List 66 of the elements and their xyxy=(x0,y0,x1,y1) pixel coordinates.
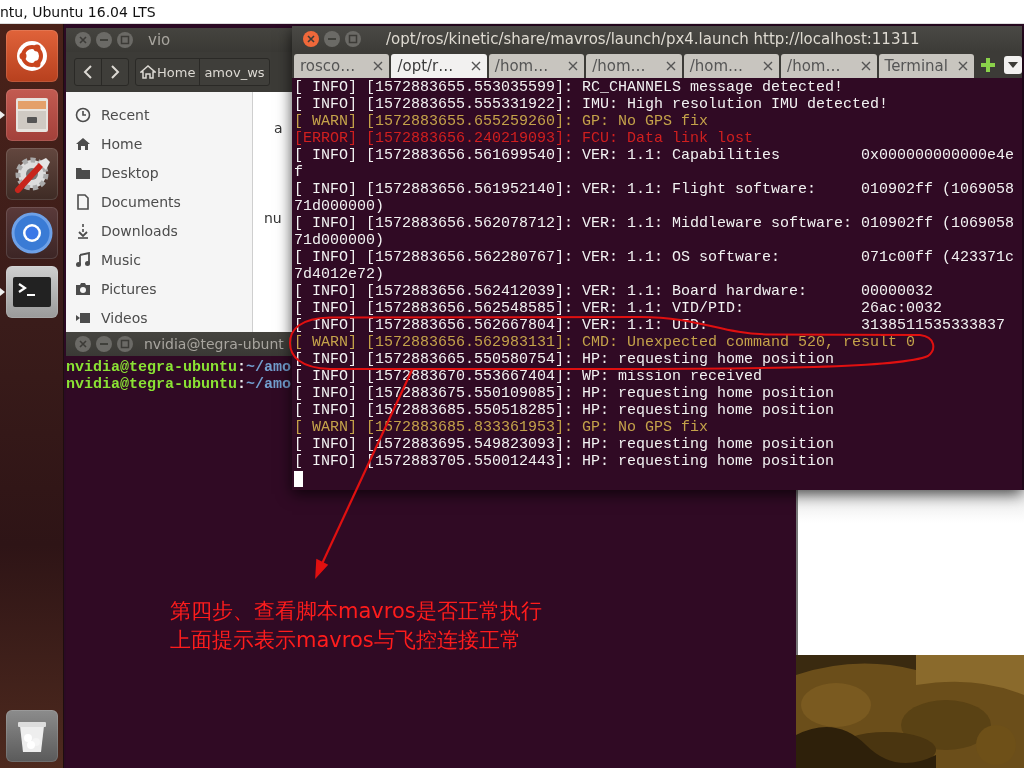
home-icon xyxy=(75,135,91,152)
tab[interactable]: /hom… xyxy=(683,54,780,78)
log-line: [ERROR] [1572883656.240219093]: FCU: Data link lost xyxy=(294,130,755,147)
log-line: [ INFO] [1572883656.561699540]: VER: 1.1: Capabilities 0x000000000000e4ef xyxy=(294,147,1015,181)
log-line: [ INFO] [1572883656.562548585]: VER: 1.1: VID/PID: 26ac:0032 xyxy=(294,300,944,317)
clock-icon xyxy=(75,106,91,123)
log-line: [ WARN] [1572883655.655259260]: GP: No GPS fix xyxy=(294,113,710,130)
log-line: [ WARN] [1572883656.562983131]: CMD: Unexpected command 520, result 0 xyxy=(294,334,917,351)
window-title: vio xyxy=(148,31,171,49)
sidebar-item[interactable]: Home xyxy=(66,129,252,158)
sidebar-item[interactable]: Recent xyxy=(66,100,252,129)
camera-icon xyxy=(75,280,91,297)
dropdown-button[interactable] xyxy=(1003,56,1022,74)
close-icon[interactable] xyxy=(957,61,968,71)
annotation-text: 第四步、查看脚本mavros是否正常执行 xyxy=(170,598,542,625)
plus-icon[interactable] xyxy=(979,57,996,73)
tab[interactable]: /hom… xyxy=(781,54,877,78)
close-icon[interactable] xyxy=(860,61,871,71)
home-icon xyxy=(140,64,156,80)
sidebar-item[interactable]: Pictures xyxy=(66,274,252,303)
log-line: [ INFO] [1572883705.550012443]: HP: requesting home position xyxy=(294,453,836,470)
log-line: [ INFO] [1572883656.562412039]: VER: 1.1: Board hardware: 00000032 xyxy=(294,283,935,300)
close-icon[interactable] xyxy=(665,61,676,71)
sidebar-item[interactable]: Music xyxy=(66,245,252,274)
window-title: nvidia@tegra-ubunt xyxy=(144,336,284,352)
prompt-line: nvidia@tegra-ubuntu:~/amo xyxy=(66,359,292,376)
browser-icon[interactable] xyxy=(5,207,58,259)
window-title: ntu, Ubuntu 16.04 LTS xyxy=(0,3,156,20)
sidebar-item[interactable]: Desktop xyxy=(66,158,252,187)
path-button[interactable]: amov_ws xyxy=(199,59,269,85)
log-line: [ INFO] [1572883656.562078712]: VER: 1.1: Middleware software: 010902ff (106905871d000000) xyxy=(294,215,1015,249)
log-line: [ INFO] [1572883656.562280767]: VER: 1.1: OS software: 071c00ff (423371c7d4012e72) xyxy=(294,249,1015,283)
file-name: a xyxy=(274,120,283,136)
tab[interactable]: /opt/r… xyxy=(391,54,487,78)
window-title: /opt/ros/kinetic/share/mavros/launch/px4.launch http://localhost:11311 xyxy=(386,30,920,48)
annotation-text: 上面提示表示mavros与飞控连接正常 xyxy=(170,627,521,654)
sidebar-item[interactable]: Downloads xyxy=(66,216,252,245)
prompt-line: nvidia@tegra-ubuntu:~/amo xyxy=(66,376,292,393)
forward-icon xyxy=(110,65,120,79)
trash-icon[interactable] xyxy=(5,710,58,762)
tab[interactable]: /hom… xyxy=(586,54,682,78)
close-icon[interactable] xyxy=(470,61,481,71)
file-cabinet-icon[interactable] xyxy=(5,89,58,141)
sidebar-item[interactable]: Documents xyxy=(66,187,252,216)
download-icon xyxy=(75,222,91,239)
path-button[interactable]: Home xyxy=(136,59,200,85)
music-icon xyxy=(75,251,91,268)
back-icon xyxy=(83,65,93,79)
log-line: [ INFO] [1572883655.555331922]: IMU: High resolution IMU detected! xyxy=(294,96,890,113)
log-line: [ INFO] [1572883656.561952140]: VER: 1.1: Flight software: 010902ff (106905871d000000) xyxy=(294,181,1015,215)
close-icon[interactable] xyxy=(763,61,774,71)
file-name: nu xyxy=(264,210,282,226)
document-icon xyxy=(75,193,91,210)
sidebar-item[interactable]: Videos xyxy=(66,303,252,332)
tab[interactable]: Terminal xyxy=(878,54,974,78)
close-icon[interactable] xyxy=(302,30,320,48)
tab[interactable]: rosco… xyxy=(294,54,390,78)
close-icon[interactable] xyxy=(373,61,384,71)
caret-icon xyxy=(1007,62,1018,68)
log-line: [ INFO] [1572883665.550580754]: HP: requesting home position xyxy=(294,351,836,368)
close-icon[interactable] xyxy=(568,61,579,71)
log-line: [ INFO] [1572883655.553035599]: RC_CHANNELS message detected! xyxy=(294,79,845,96)
gear-wrench-icon[interactable] xyxy=(5,148,58,200)
tab[interactable]: /hom… xyxy=(488,54,585,78)
app-logo-icon[interactable] xyxy=(5,30,58,82)
terminal-icon[interactable] xyxy=(5,266,58,318)
